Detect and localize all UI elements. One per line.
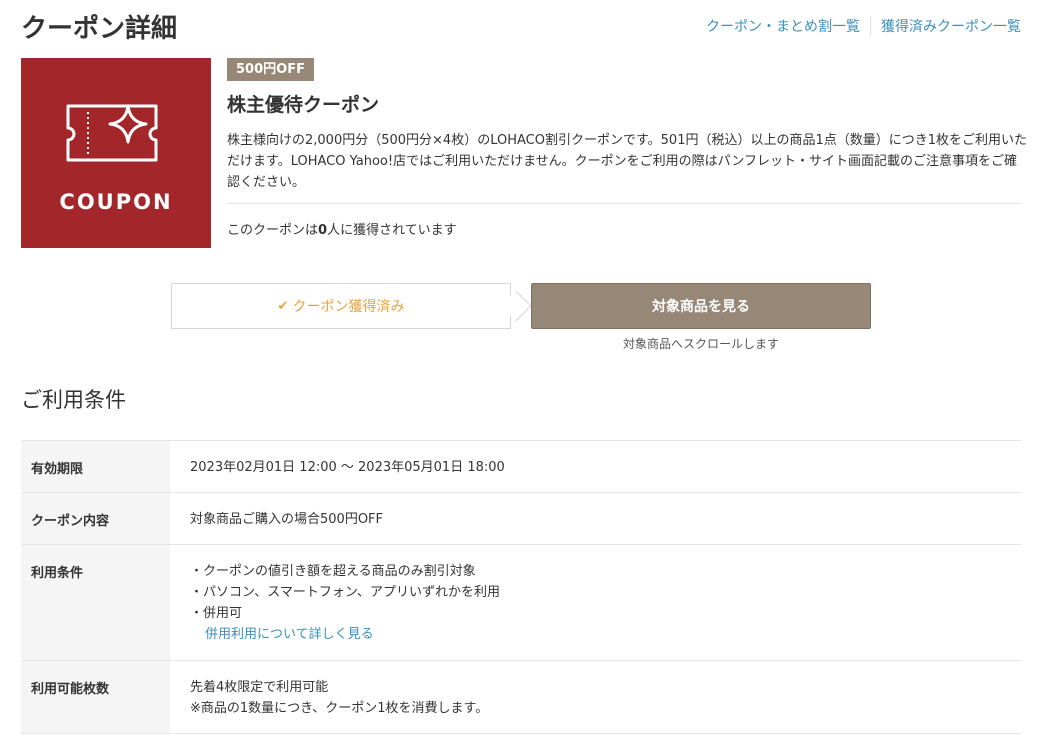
terms-row-content: クーポン内容 対象商品ご購入の場合500円OFF: [21, 492, 1021, 545]
coupon-name: 株主優待クーポン: [227, 94, 380, 116]
coupon-list-link[interactable]: クーポン・まとめ割一覧: [706, 16, 860, 36]
terms-row-conditions: 利用条件 ・クーポンの値引き額を超える商品のみ割引対象 ・パソコン、スマートフォ…: [21, 544, 1021, 661]
terms-value: 対象商品ご購入の場合500円OFF: [190, 512, 384, 527]
divider: [227, 203, 1021, 204]
coupon-acquired-label: クーポン獲得済み: [292, 299, 405, 315]
terms-value: 2023年02月01日 12:00 〜 2023年05月01日 18:00: [190, 460, 505, 475]
acquired-count-text: このクーポンは0人に獲得されています: [227, 223, 457, 238]
check-icon: ✔: [277, 298, 289, 314]
terms-label: クーポン内容: [21, 492, 170, 545]
coupon-description: 株主様向けの2,000円分（500円分×4枚）のLOHACO割引クーポンです。5…: [227, 133, 1028, 190]
acquired-coupons-link[interactable]: 獲得済みクーポン一覧: [881, 16, 1021, 36]
coupon-acquired-button: ✔ クーポン獲得済み: [171, 283, 511, 329]
view-target-products-button[interactable]: 対象商品を見る: [531, 283, 871, 329]
top-links: クーポン・まとめ割一覧 獲得済みクーポン一覧: [706, 16, 1021, 36]
terms-label: 有効期限: [21, 440, 170, 493]
terms-table: 有効期限 2023年02月01日 12:00 〜 2023年05月01日 18:…: [21, 440, 1021, 734]
terms-value: 先着4枚限定で利用可能 ※商品の1数量につき、クーポン1枚を消費します。: [190, 680, 489, 716]
page-title: クーポン詳細: [21, 14, 178, 44]
terms-value: ・クーポンの値引き額を超える商品のみ割引対象 ・パソコン、スマートフォン、アプリ…: [190, 564, 501, 642]
terms-row-validity: 有効期限 2023年02月01日 12:00 〜 2023年05月01日 18:…: [21, 440, 1021, 493]
acquired-count: 0: [318, 223, 328, 238]
terms-section-title: ご利用条件: [21, 388, 126, 412]
terms-row-limit: 利用可能枚数 先着4枚限定で利用可能 ※商品の1数量につき、クーポン1枚を消費し…: [21, 660, 1021, 734]
terms-label: 利用可能枚数: [21, 660, 170, 734]
discount-badge: 500円OFF: [227, 58, 314, 81]
terms-label: 利用条件: [21, 544, 170, 661]
ticket-sparkle-icon: [66, 104, 158, 162]
scroll-note: 対象商品へスクロールします: [622, 337, 779, 351]
coupon-image: COUPON: [21, 58, 211, 248]
combined-use-details-link[interactable]: 併用利用について詳しく見る: [190, 627, 374, 642]
link-divider: [870, 16, 871, 36]
coupon-image-label: COUPON: [59, 190, 173, 214]
